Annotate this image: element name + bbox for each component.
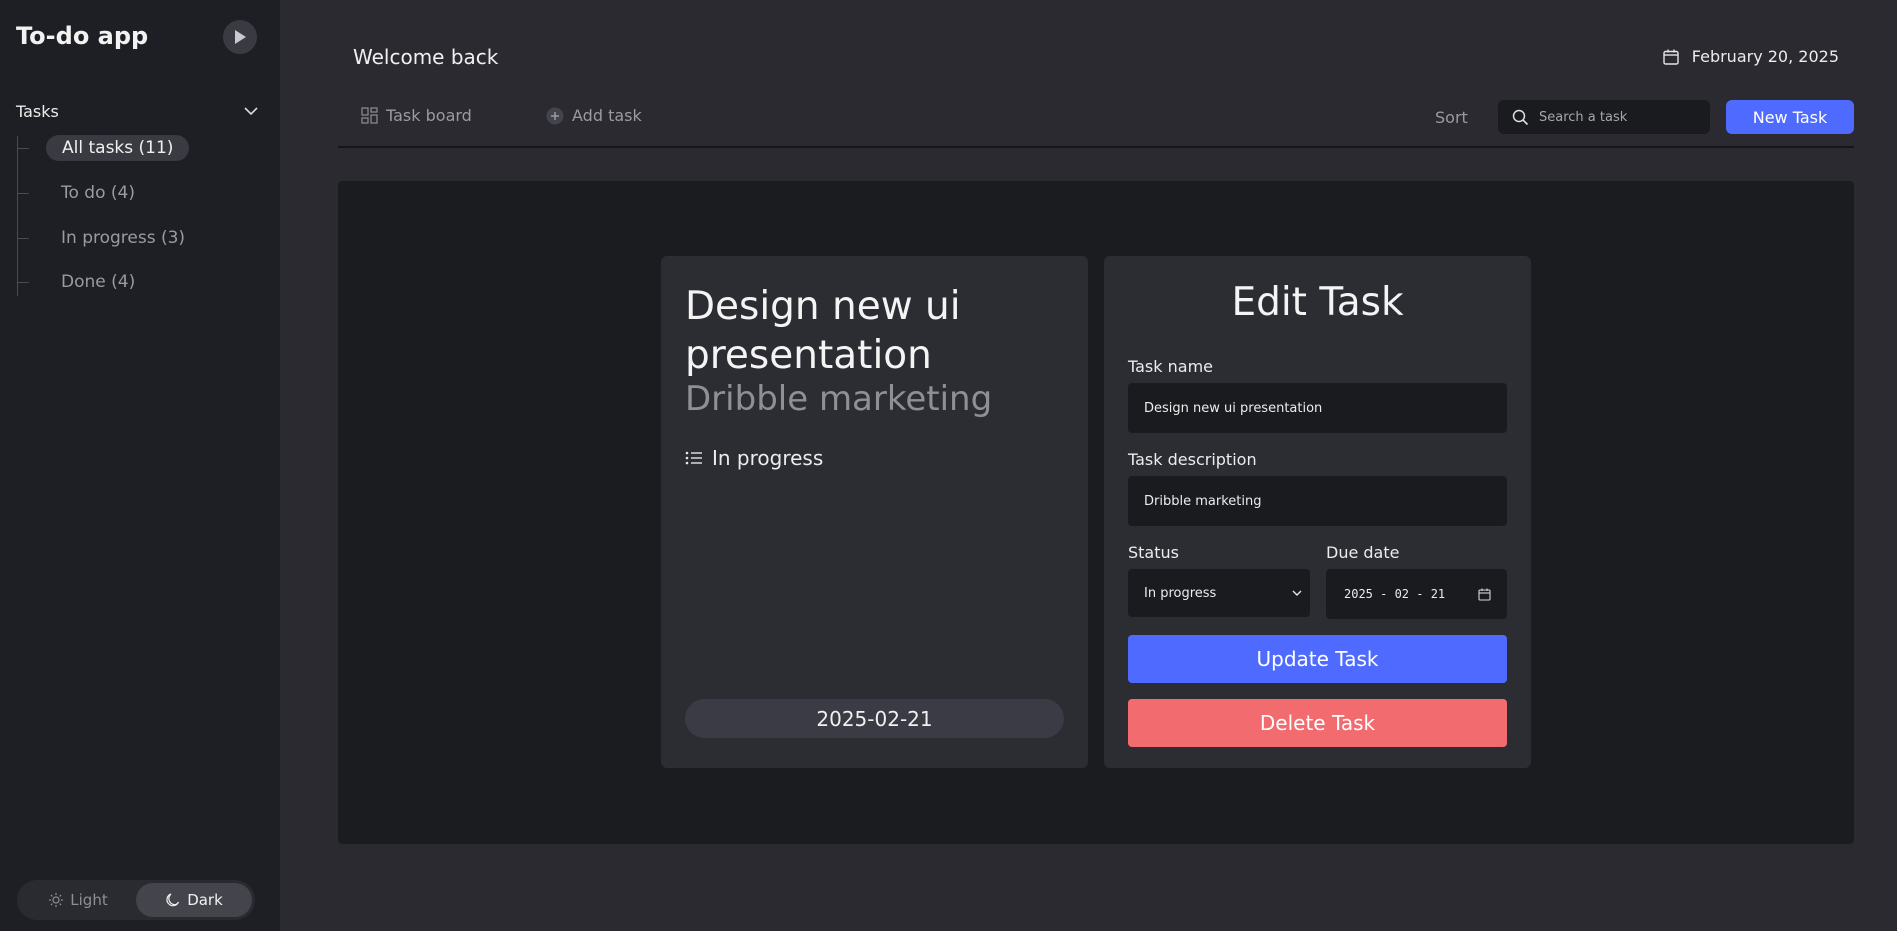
task-name-input[interactable]: Design new ui presentation — [1128, 383, 1507, 433]
list-icon — [685, 451, 702, 465]
tasks-section-label: Tasks — [16, 101, 59, 121]
edit-task-form: Edit Task Task name Design new ui presen… — [1104, 256, 1531, 768]
sun-icon — [49, 893, 64, 907]
tree-tick — [17, 147, 29, 149]
add-task-button[interactable]: Add task — [546, 106, 642, 125]
theme-dark-button[interactable]: Dark — [136, 883, 252, 917]
grid-icon — [361, 107, 378, 124]
current-date: February 20, 2025 — [1662, 47, 1839, 66]
search-box — [1498, 100, 1710, 134]
task-description-label: Task description — [1128, 450, 1257, 469]
calendar-icon — [1663, 49, 1679, 65]
chevron-down-icon — [1292, 590, 1302, 596]
app-title: To-do app — [16, 22, 149, 50]
tree-tick — [17, 281, 29, 283]
search-icon — [1512, 109, 1529, 125]
toolbar: Task board Add task Sort New Task — [338, 98, 1854, 148]
sidebar-item-label: All tasks (11) — [46, 135, 190, 161]
task-title: Design new ui presentation — [685, 284, 961, 378]
task-status-label: In progress — [712, 446, 824, 470]
current-date-text: February 20, 2025 — [1691, 47, 1839, 66]
theme-light-label: Light — [70, 891, 108, 909]
tree-tick — [17, 192, 29, 194]
status-label: Status — [1128, 543, 1179, 562]
plus-circle-icon — [546, 107, 564, 124]
play-icon — [235, 30, 246, 44]
welcome-heading: Welcome back — [353, 45, 499, 69]
sidebar-item-all-tasks[interactable]: All tasks (11) — [17, 134, 257, 162]
update-task-button[interactable]: Update Task — [1128, 635, 1507, 683]
due-date-value: 2025 - 02 - 21 — [1344, 587, 1446, 601]
due-date-label: Due date — [1326, 543, 1400, 562]
task-board: Design new ui presentation Dribble marke… — [338, 181, 1854, 844]
chevron-down-icon[interactable] — [244, 106, 258, 116]
sidebar-item-in-progress[interactable]: In progress (3) — [17, 224, 257, 252]
search-input[interactable] — [1539, 109, 1699, 125]
add-task-label: Add task — [572, 106, 642, 125]
sidebar-item-label: To do (4) — [61, 183, 135, 203]
calendar-icon[interactable] — [1478, 588, 1491, 601]
task-description-input[interactable]: Dribble marketing — [1128, 476, 1507, 526]
sidebar-item-label: Done (4) — [61, 272, 136, 292]
sidebar-item-label: In progress (3) — [61, 228, 186, 248]
theme-dark-label: Dark — [187, 891, 223, 909]
due-date-input[interactable]: 2025 - 02 - 21 — [1326, 569, 1507, 619]
theme-toggle: Light Dark — [17, 880, 255, 920]
status-select-value: In progress — [1144, 585, 1217, 601]
task-description: Dribble marketing — [685, 379, 993, 419]
status-select[interactable]: In progress — [1128, 569, 1310, 617]
sidebar: To-do app Tasks All tasks (11) To do (4)… — [0, 0, 280, 931]
tree-tick — [17, 237, 29, 239]
sidebar-item-done[interactable]: Done (4) — [17, 268, 257, 296]
tasks-section-header[interactable]: Tasks — [16, 100, 258, 122]
sidebar-toggle-button[interactable] — [223, 20, 257, 54]
task-name-label: Task name — [1128, 357, 1213, 376]
new-task-button[interactable]: New Task — [1726, 100, 1854, 134]
task-card[interactable]: Design new ui presentation Dribble marke… — [661, 256, 1088, 768]
edit-task-title: Edit Task — [1231, 280, 1404, 325]
theme-light-button[interactable]: Light — [20, 883, 136, 917]
delete-task-button[interactable]: Delete Task — [1128, 699, 1507, 747]
moon-icon — [166, 893, 180, 907]
task-board-button[interactable]: Task board — [361, 106, 472, 125]
task-board-label: Task board — [386, 106, 472, 125]
task-status: In progress — [685, 446, 823, 470]
task-due-date-badge: 2025-02-21 — [685, 699, 1064, 738]
sort-button[interactable]: Sort — [1435, 108, 1468, 127]
sidebar-item-to-do[interactable]: To do (4) — [17, 179, 257, 207]
